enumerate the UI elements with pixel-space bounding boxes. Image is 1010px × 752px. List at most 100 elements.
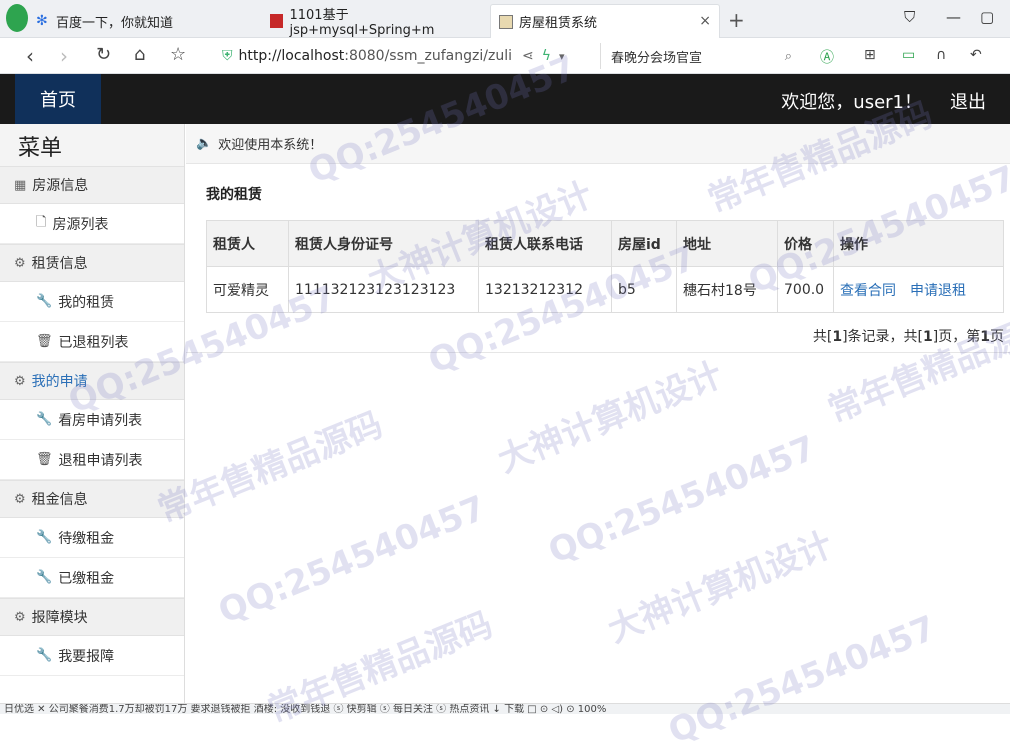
group-label: 报障模块 [31,610,88,626]
notice-bar: 🔈 欢迎使用本系统！ [186,124,1010,164]
pager-current: 1 [980,329,990,345]
browser-address-bar: ‹ › ↻ ⌂ ☆ ⛨ http://localhost:8080/ssm_zu… [0,38,1010,74]
tab-label: 百度一下，你就知道 [56,15,174,31]
new-tab-button[interactable]: + [728,8,745,32]
item-label: 退租申请列表 [58,452,143,469]
apps-icon[interactable]: ⊞ [864,47,876,63]
refresh-icon[interactable]: ↻ [96,44,111,65]
apply-return-link[interactable]: 申请退租 [910,283,966,299]
battery-icon[interactable]: ▭ [902,47,915,63]
group-label: 房源信息 [32,178,89,194]
column-header: 地址 [676,220,778,267]
cell-idcard: 111132123123123123 [288,266,479,313]
welcome-text: 欢迎您，user1！ [781,92,922,113]
tab-label: 房屋租赁系统 [519,16,598,31]
sidebar-group-rent[interactable]: ⚙ 租金信息 [0,480,184,518]
sidebar-item-paid-rent[interactable]: 🔧 已缴租金 [0,558,184,598]
search-icon[interactable]: ⌕ [785,49,792,64]
tab-label: 1101基于jsp+mysql+Spring+m [289,8,435,38]
grid-icon: ▦ [14,177,27,193]
item-label: 看房申请列表 [58,412,143,429]
file-icon: 🗋 [36,214,47,230]
cell-house-id: b5 [611,266,677,313]
shirt-icon[interactable]: ⛉ [904,8,915,26]
pager-text: 共[ [812,329,833,345]
gear-icon: ⚙ [14,491,26,507]
lease-table: 租赁人 租赁人身份证号 租赁人联系电话 房屋id 地址 价格 操作 可爱精灵 1… [206,220,1004,313]
trash-icon: 🗑 [36,452,53,467]
close-tab-icon[interactable]: × [699,13,711,29]
bolt-icon[interactable]: ϟ [542,48,551,64]
pager-total: 1 [832,329,843,345]
home-nav-button[interactable]: 首页 [15,74,101,124]
browser-tab-project[interactable]: 1101基于jsp+mysql+Spring+m [262,4,486,38]
item-label: 已退租列表 [58,334,129,351]
column-header: 房屋id [611,220,677,267]
table-row: 可爱精灵 111132123123123123 13213212312 b5 穗… [206,266,1004,313]
sidebar: 菜单 ▦ 房源信息 🗋 房源列表 ⚙ 租赁信息 🔧 我的租赁 🗑 已退租列表 ⚙… [0,124,185,714]
sidebar-group-house[interactable]: ▦ 房源信息 [0,166,184,204]
wrench-icon: 🔧 [36,530,53,545]
item-label: 已缴租金 [58,570,115,587]
share-icon[interactable]: ⋖ [522,48,534,64]
column-header: 操作 [833,220,1004,267]
cell-price: 700.0 [777,266,834,313]
sidebar-item-viewing-requests[interactable]: 🔧 看房申请列表 [0,400,184,440]
search-input[interactable]: 春晚分会场官宣 ⌕ [600,43,800,69]
sidebar-group-applications[interactable]: ⚙ 我的申请 [0,362,184,400]
logout-button[interactable]: 退出 [950,88,986,114]
trash-icon: 🗑 [36,334,53,349]
gear-icon: ⚙ [14,255,26,271]
pager-text: ]页，第 [932,329,981,345]
sidebar-group-fault[interactable]: ⚙ 报障模块 [0,598,184,636]
browser-tab-baidu[interactable]: ✻ 百度一下，你就知道 [28,4,256,38]
undo-icon[interactable]: ↶ [970,47,982,63]
wrench-icon: 🔧 [36,570,53,585]
column-header: 价格 [777,220,834,267]
forward-icon[interactable]: › [60,44,68,68]
headphones-icon[interactable]: ∩ [936,47,946,63]
sidebar-item-my-lease[interactable]: 🔧 我的租赁 [0,282,184,322]
browser-status-bar: 日优选 ✕ 公司聚餐消费1.7万却被罚17万 要求退钱被拒 酒楼: 没收到钱退 … [0,703,1010,714]
cell-actions: 查看合同 申请退租 [833,266,1004,313]
group-label: 租金信息 [31,492,88,508]
sidebar-item-unpaid-rent[interactable]: 🔧 待缴租金 [0,518,184,558]
shield-icon: ⛨ [222,48,233,64]
sidebar-item-report-fault[interactable]: 🔧 我要报障 [0,636,184,676]
minimize-icon[interactable]: — [946,8,961,26]
back-icon[interactable]: ‹ [26,44,34,68]
chevron-down-icon[interactable]: ▾ [559,50,565,63]
view-contract-link[interactable]: 查看合同 [840,283,896,299]
browser-logo-icon [6,4,28,32]
divider [186,352,1010,353]
paw-icon: ✻ [36,13,48,29]
star-icon[interactable]: ☆ [170,44,186,65]
column-header: 租赁人 [206,220,289,267]
item-label: 房源列表 [52,216,109,233]
item-label: 我的租赁 [58,294,115,311]
sidebar-item-house-list[interactable]: 🗋 房源列表 [0,204,184,244]
browser-tab-active[interactable]: 房屋租赁系统 × [490,4,720,38]
sidebar-item-returned-list[interactable]: 🗑 已退租列表 [0,322,184,362]
main-content: 🔈 欢迎使用本系统！ 我的租赁 租赁人 租赁人身份证号 租赁人联系电话 房屋id… [186,124,1010,714]
url-field[interactable]: ⛨ http://localhost:8080/ssm_zufangzi/zul… [222,43,592,69]
pager-text: ]条记录，共[ [842,329,924,345]
browser-tab-bar: ✻ 百度一下，你就知道 1101基于jsp+mysql+Spring+m 房屋租… [0,0,1010,38]
pager-text: 页 [990,329,1004,345]
pager-pages: 1 [923,329,933,345]
favicon-icon [270,14,284,28]
column-header: 租赁人身份证号 [288,220,479,267]
wrench-icon: 🔧 [36,648,53,663]
section-title: 我的租赁 [206,187,262,203]
sidebar-item-return-requests[interactable]: 🗑 退租申请列表 [0,440,184,480]
sidebar-group-lease[interactable]: ⚙ 租赁信息 [0,244,184,282]
gear-icon: ⚙ [14,609,26,625]
wrench-icon: 🔧 [36,412,53,427]
translate-icon[interactable]: Ⓐ [820,47,834,67]
maximize-icon[interactable]: ▢ [980,8,994,26]
wrench-icon: 🔧 [36,294,53,309]
item-label: 我要报障 [58,648,115,665]
app-header: 首页 欢迎您，user1！ 退出 [0,74,1010,124]
home-icon[interactable]: ⌂ [134,44,145,65]
search-text: 春晚分会场官宣 [611,50,703,66]
